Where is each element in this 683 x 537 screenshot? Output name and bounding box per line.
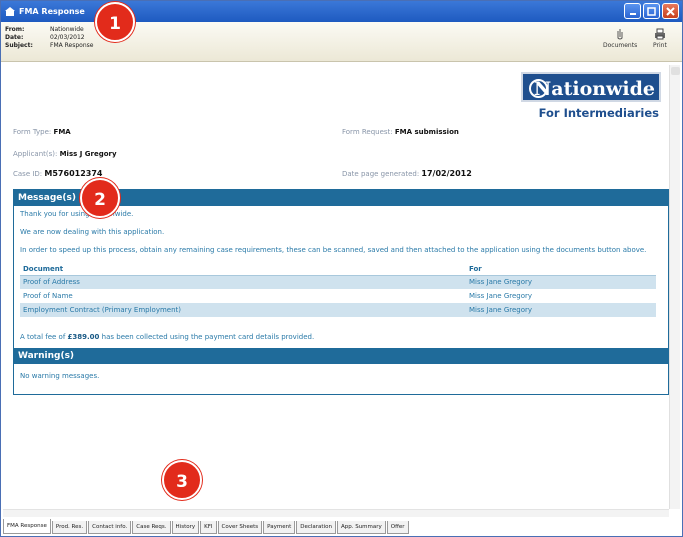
message-line-3: In order to speed up this process, obtai… xyxy=(20,246,647,254)
printer-icon xyxy=(654,28,665,40)
horizontal-scrollbar[interactable] xyxy=(3,509,669,517)
window-title: FMA Response xyxy=(19,7,85,16)
for-cell: Miss Jane Gregory xyxy=(469,291,533,300)
print-button[interactable]: Print xyxy=(653,28,667,49)
response-content: Nationwide For Intermediaries Form Type:… xyxy=(7,65,669,507)
documents-table: Document For Proof of Address Miss Jane … xyxy=(20,264,656,317)
date-label: Date: xyxy=(5,34,24,41)
tab-fma-response[interactable]: FMA Response xyxy=(3,519,51,534)
tab-kfi[interactable]: KFI xyxy=(200,521,217,534)
minimize-icon xyxy=(629,13,636,15)
logo-brand: Nationwide xyxy=(521,72,661,102)
app-icon xyxy=(5,6,15,17)
date-generated-label: Date page generated: xyxy=(342,170,420,178)
applicants-label: Applicant(s): xyxy=(13,150,58,158)
tab-cover-sheets[interactable]: Cover Sheets xyxy=(217,521,263,534)
case-id-value: M576012374 xyxy=(44,169,103,178)
close-button[interactable] xyxy=(662,3,679,19)
tab-contact-info[interactable]: Contact info. xyxy=(88,521,132,534)
from-value: Nationwide xyxy=(50,26,84,33)
applicants-value: Miss J Gregory xyxy=(59,150,117,158)
warnings-heading: Warning(s) xyxy=(14,348,668,364)
date-generated-value: 17/02/2012 xyxy=(421,169,472,178)
tab-case-reqs[interactable]: Case Reqs. xyxy=(132,521,171,534)
for-cell: Miss Jane Gregory xyxy=(466,275,656,289)
document-cell: Proof of Address xyxy=(20,275,466,289)
table-header-row: Document For xyxy=(20,264,656,276)
tab-prod-res[interactable]: Prod. Res. xyxy=(51,521,88,534)
print-label: Print xyxy=(653,42,667,49)
maximize-icon xyxy=(647,6,656,16)
callout-badge-3: 3 xyxy=(162,460,202,500)
document-cell: Proof of Name xyxy=(23,291,73,300)
nationwide-logo: Nationwide For Intermediaries xyxy=(519,72,661,126)
logo-brand-text: Nationwide xyxy=(533,78,655,100)
fee-prefix: A total fee of xyxy=(20,333,68,341)
from-label: From: xyxy=(5,26,25,33)
case-id-field: Case ID: M576012374 xyxy=(13,169,102,178)
fee-amount: £389.00 xyxy=(67,333,100,341)
vertical-scrollbar[interactable] xyxy=(669,65,680,509)
fee-suffix: has been collected using the payment car… xyxy=(99,333,315,341)
fee-message: A total fee of £389.00 has been collecte… xyxy=(20,333,662,342)
paperclip-icon xyxy=(617,29,623,40)
tab-declaration[interactable]: Declaration xyxy=(296,521,336,534)
form-type-value: FMA xyxy=(53,128,71,136)
applicants-field: Applicant(s): Miss J Gregory xyxy=(13,150,117,158)
message-line-1: Thank you for using Nationwide. xyxy=(20,210,134,218)
message-line-2: We are now dealing with this application… xyxy=(20,228,165,236)
column-header-document: Document xyxy=(20,264,466,276)
document-cell: Employment Contract (Primary Employment) xyxy=(20,303,466,317)
tab-payment[interactable]: Payment xyxy=(263,521,296,534)
table-row: Proof of Name Miss Jane Gregory xyxy=(20,289,656,303)
minimize-button[interactable] xyxy=(624,3,641,19)
bottom-tab-bar: FMA Response Prod. Res. Contact info. Ca… xyxy=(3,518,410,534)
application-window: FMA Response From: Nationwide Date: 02/03/… xyxy=(0,0,683,537)
table-row: Employment Contract (Primary Employment)… xyxy=(20,303,656,317)
subject-label: Subject: xyxy=(5,42,33,49)
documents-button[interactable]: Documents xyxy=(603,28,637,49)
subject-value: FMA Response xyxy=(50,42,94,49)
table-row: Proof of Address Miss Jane Gregory xyxy=(20,275,656,289)
form-request-field: Form Request: FMA submission xyxy=(342,128,459,136)
tab-history[interactable]: History xyxy=(171,521,200,534)
form-request-label: Form Request: xyxy=(342,128,393,136)
form-request-value: FMA submission xyxy=(394,128,459,136)
date-value: 02/03/2012 xyxy=(50,34,85,41)
close-icon xyxy=(666,6,675,16)
form-type-field: Form Type: FMA xyxy=(13,128,71,136)
for-cell: Miss Jane Gregory xyxy=(466,303,656,317)
warnings-text: No warning messages. xyxy=(20,372,100,380)
logo-subtitle: For Intermediaries xyxy=(538,106,659,120)
logo-seal-icon xyxy=(529,79,548,98)
documents-label: Documents xyxy=(603,42,638,49)
tab-offer[interactable]: Offer xyxy=(386,521,409,534)
form-type-label: Form Type: xyxy=(13,128,52,136)
tab-app-summary[interactable]: App. Summary xyxy=(336,521,386,534)
column-header-for: For xyxy=(466,264,656,276)
message-meta: From: Nationwide Date: 02/03/2012 Subject:… xyxy=(5,26,93,50)
maximize-button[interactable] xyxy=(643,3,660,19)
date-generated-field: Date page generated: 17/02/2012 xyxy=(342,169,472,178)
scrollbar-thumb[interactable] xyxy=(671,67,680,75)
messages-panel: Message(s) Thank you for using Nationwid… xyxy=(13,189,669,395)
case-id-label: Case ID: xyxy=(13,170,43,178)
callout-badge-1: 1 xyxy=(95,2,135,42)
callout-badge-2: 2 xyxy=(80,178,120,218)
